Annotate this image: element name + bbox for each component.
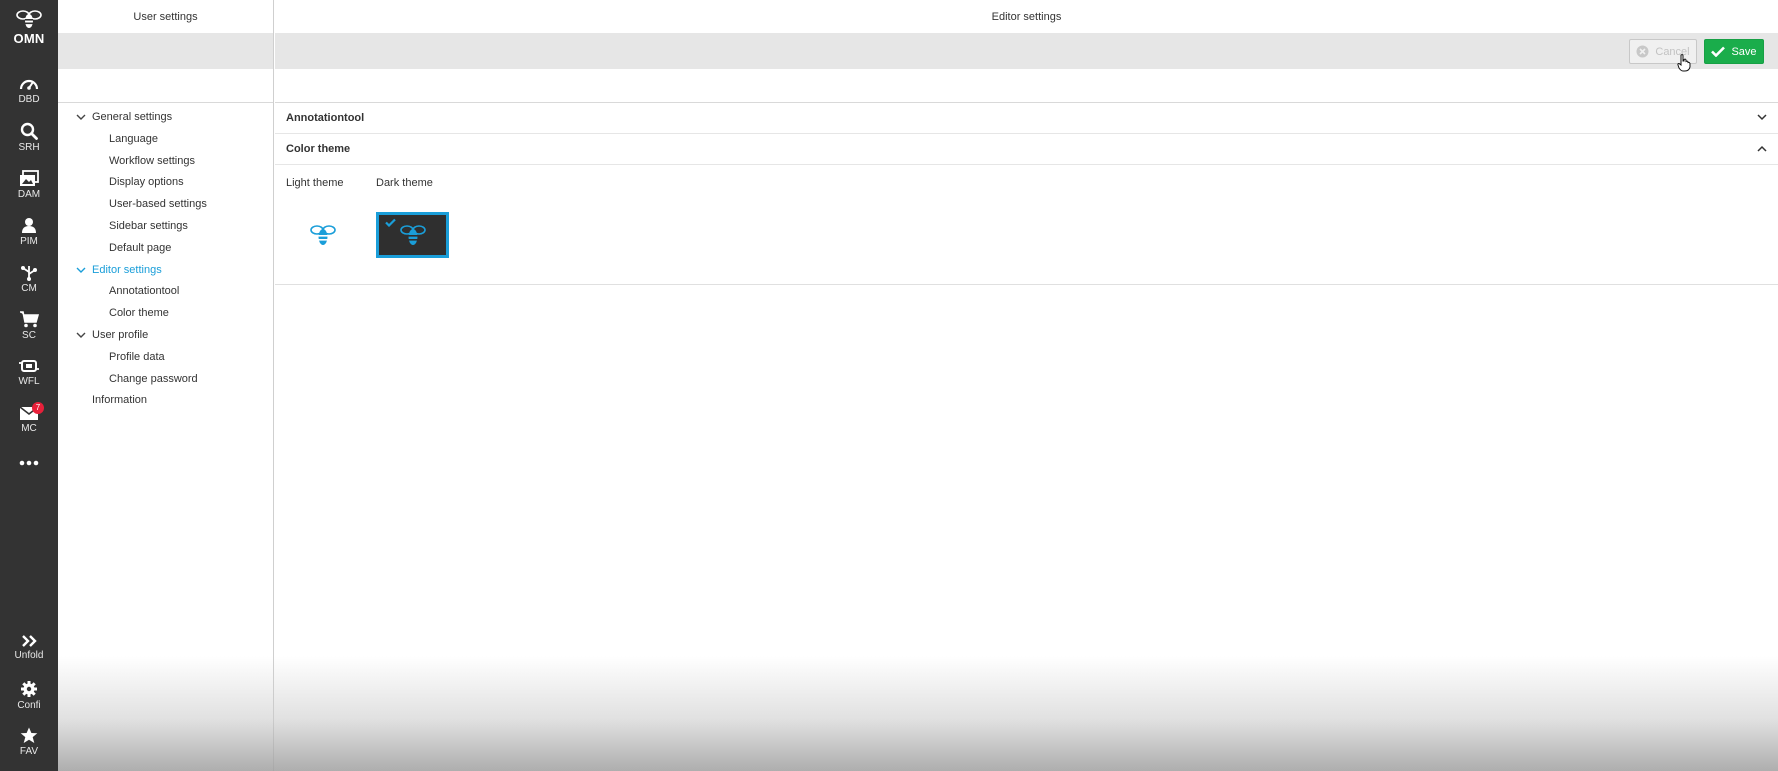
chevron-down-icon[interactable] — [76, 267, 86, 274]
rail-item-dam[interactable]: DAM — [0, 170, 58, 200]
tree-item-display-options[interactable]: Display options — [58, 172, 273, 194]
rail-label-pim: PIM — [20, 236, 38, 247]
more-icon — [19, 460, 39, 466]
tree-label: Profile data — [109, 350, 165, 363]
tree-label: User-based settings — [109, 198, 207, 211]
tree-item-annotationtool[interactable]: Annotationtool — [58, 281, 273, 303]
rail-item-unfold[interactable]: Unfold — [0, 634, 58, 661]
tree-item-workflow-settings[interactable]: Workflow settings — [58, 151, 273, 173]
tree-label: Editor settings — [92, 263, 162, 276]
star-icon — [20, 727, 38, 743]
section-annotationtool[interactable]: Annotationtool — [275, 103, 1778, 134]
workflow-icon — [19, 360, 39, 372]
gear-icon — [21, 681, 37, 697]
check-icon — [1711, 46, 1726, 57]
dark-theme-option[interactable] — [376, 212, 449, 258]
rail-label-srh: SRH — [18, 142, 40, 153]
app-logo-label: OMN — [13, 31, 45, 46]
section-title: Color theme — [286, 143, 351, 155]
search-icon — [20, 122, 38, 140]
chevron-down-icon[interactable] — [76, 114, 86, 121]
tree-label: Annotationtool — [109, 285, 180, 298]
tree-item-language[interactable]: Language — [58, 129, 273, 151]
rail-item-sc[interactable]: SC — [0, 311, 58, 341]
tree-item-sidebar-settings[interactable]: Sidebar settings — [58, 216, 273, 238]
rail-item-dbd[interactable]: DBD — [0, 76, 58, 105]
save-label: Save — [1731, 45, 1757, 58]
bee-icon — [309, 225, 336, 245]
save-button[interactable]: Save — [1704, 39, 1764, 64]
chevron-down-icon[interactable] — [1757, 114, 1767, 121]
close-circle-icon — [1636, 45, 1649, 58]
dark-theme-label: Dark theme — [376, 177, 433, 189]
color-theme-options: Light theme Dark theme — [275, 165, 1778, 285]
more-button[interactable] — [0, 460, 58, 466]
section-title: Annotationtool — [286, 112, 365, 124]
editor-settings-main: Editor settings Cancel Save Annotationto… — [275, 0, 1778, 771]
tree-label: Language — [109, 132, 158, 145]
main-toolbar: Cancel Save — [275, 34, 1778, 69]
rail-label-cm: CM — [21, 283, 37, 294]
cart-icon — [20, 311, 39, 328]
dashboard-icon — [19, 79, 39, 90]
rail-item-cm[interactable]: CM — [0, 264, 58, 294]
bee-icon — [399, 225, 426, 245]
tree-label: Color theme — [109, 307, 169, 320]
rail-item-confi[interactable]: Confi — [0, 680, 58, 711]
chevron-up-icon[interactable] — [1757, 145, 1767, 152]
tree-item-change-password[interactable]: Change password — [58, 369, 273, 391]
app-rail: OMN DBD SRH DAM PIM CM SC WFL 7 MC Unfol… — [0, 0, 58, 771]
rail-label-wfl: WFL — [18, 376, 40, 387]
tree-item-general-settings[interactable]: General settings — [58, 107, 273, 129]
tree-item-profile-data[interactable]: Profile data — [58, 347, 273, 369]
settings-tree: General settings Language Workflow setti… — [58, 103, 273, 412]
chevron-down-icon[interactable] — [76, 332, 86, 339]
settings-nav-panel: User settings General settings Language … — [58, 0, 274, 771]
rail-label-dbd: DBD — [18, 94, 40, 105]
product-icon — [22, 218, 36, 233]
rail-item-mc[interactable]: 7 MC — [0, 402, 58, 434]
rail-item-pim[interactable]: PIM — [0, 217, 58, 247]
tree-label: General settings — [92, 111, 173, 123]
tree-label: Display options — [109, 176, 184, 189]
rail-label-mc: MC — [21, 423, 37, 434]
app-logo[interactable]: OMN — [0, 8, 58, 46]
selected-check-icon — [385, 218, 396, 227]
nav-panel-title: User settings — [58, 0, 273, 34]
tree-label: User profile — [92, 328, 149, 341]
rail-item-srh[interactable]: SRH — [0, 122, 58, 153]
tree-item-color-theme[interactable]: Color theme — [58, 303, 273, 325]
rail-label-unfold: Unfold — [14, 650, 44, 661]
light-theme-option[interactable] — [286, 212, 359, 258]
tree-label: Information — [92, 394, 148, 407]
main-title: Editor settings — [275, 0, 1778, 34]
tree-item-editor-settings[interactable]: Editor settings — [58, 260, 273, 282]
bee-logo-icon — [16, 10, 42, 28]
rail-label-sc: SC — [22, 330, 36, 341]
notification-badge: 7 — [32, 402, 44, 414]
tree-label: Default page — [109, 241, 172, 254]
network-icon — [21, 266, 37, 281]
rail-label-confi: Confi — [17, 700, 41, 711]
rail-item-fav[interactable]: FAV — [0, 727, 58, 757]
rail-label-dam: DAM — [17, 189, 41, 200]
tree-label: Workflow settings — [109, 154, 195, 167]
double-chevron-right-icon — [22, 635, 37, 647]
tree-item-default-page[interactable]: Default page — [58, 238, 273, 260]
tree-item-user-based-settings[interactable]: User-based settings — [58, 194, 273, 216]
mouse-pointer-icon — [1677, 54, 1691, 72]
nav-toolbar — [58, 34, 273, 69]
rail-label-fav: FAV — [19, 746, 39, 757]
images-icon — [20, 170, 39, 186]
rail-item-wfl[interactable]: WFL — [0, 358, 58, 387]
tree-item-information[interactable]: Information — [58, 390, 273, 412]
section-color-theme[interactable]: Color theme — [275, 134, 1778, 165]
tree-label: Change password — [109, 372, 198, 385]
tree-item-user-profile[interactable]: User profile — [58, 325, 273, 347]
tree-label: Sidebar settings — [109, 219, 188, 232]
light-theme-label: Light theme — [286, 177, 344, 189]
